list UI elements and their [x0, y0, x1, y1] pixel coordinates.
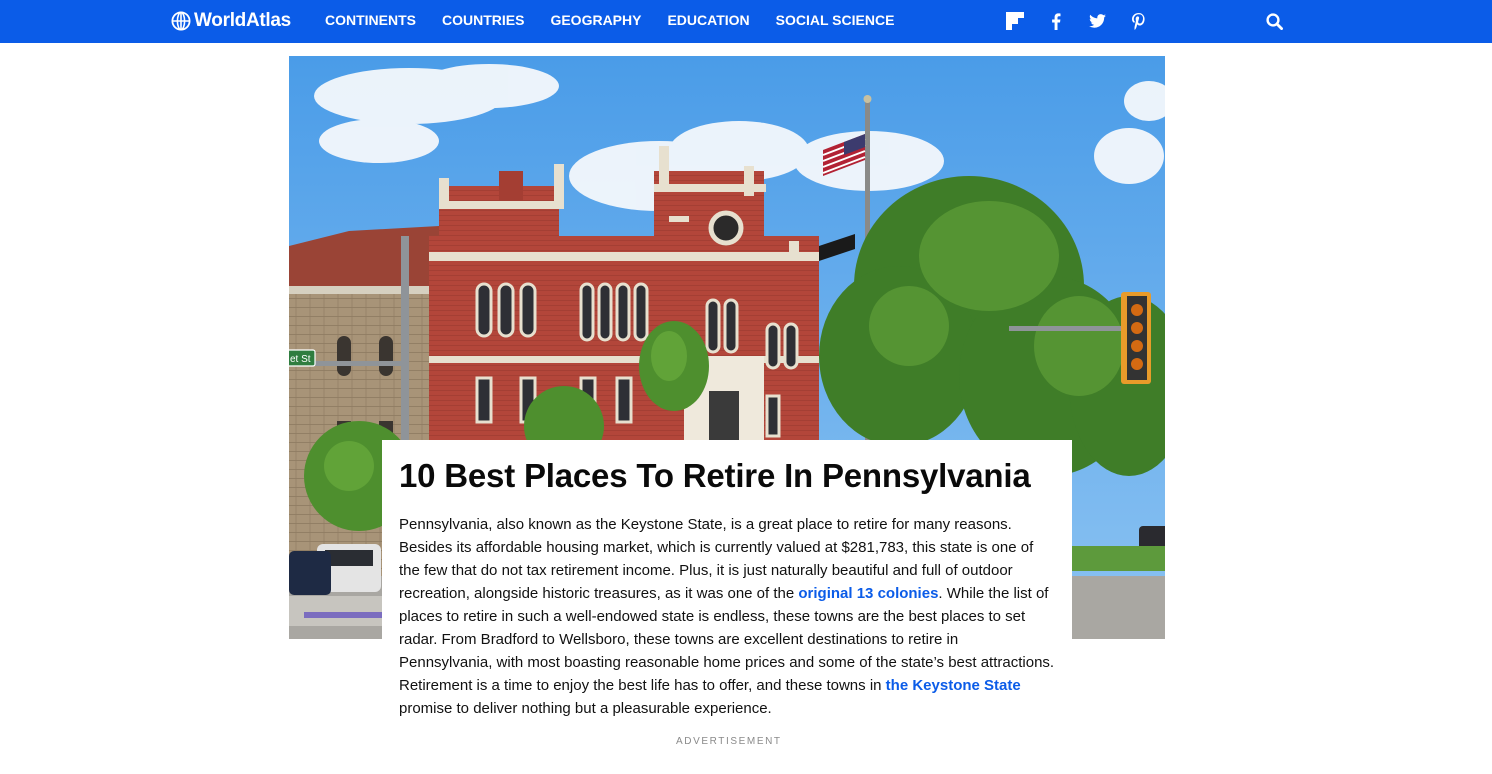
nav-item-countries[interactable]: COUNTRIES: [442, 12, 524, 29]
nav-item-education[interactable]: EDUCATION: [667, 12, 749, 29]
brand-name: WorldAtlas: [194, 10, 291, 31]
globe-icon: [171, 11, 191, 31]
article-card: 10 Best Places To Retire In Pennsylvania…: [382, 440, 1072, 740]
pinterest-icon[interactable]: [1128, 11, 1148, 31]
article-title: 10 Best Places To Retire In Pennsylvania: [399, 457, 1031, 494]
worldatlas-logo[interactable]: WorldAtlas: [171, 10, 291, 32]
link-keystone-state[interactable]: the Keystone State: [886, 677, 1021, 694]
main-nav: CONTINENTS COUNTRIES GEOGRAPHY EDUCATION…: [325, 12, 920, 29]
intro-text-part3: promise to deliver nothing but a pleasur…: [399, 700, 772, 717]
advertisement-label: ADVERTISEMENT: [676, 736, 782, 747]
street-sign-text: et St: [290, 354, 311, 365]
link-original-13-colonies[interactable]: original 13 colonies: [798, 585, 938, 602]
nav-item-continents[interactable]: CONTINENTS: [325, 12, 416, 29]
facebook-icon[interactable]: [1046, 11, 1066, 31]
article-intro: Pennsylvania, also known as the Keystone…: [399, 513, 1055, 720]
nav-item-social-science[interactable]: SOCIAL SCIENCE: [776, 12, 895, 29]
search-icon[interactable]: [1264, 11, 1284, 31]
social-links: [1005, 11, 1169, 31]
twitter-icon[interactable]: [1087, 11, 1107, 31]
flipboard-icon[interactable]: [1005, 11, 1025, 31]
nav-item-geography[interactable]: GEOGRAPHY: [550, 12, 641, 29]
top-navigation-bar: WorldAtlas CONTINENTS COUNTRIES GEOGRAPH…: [0, 0, 1492, 43]
